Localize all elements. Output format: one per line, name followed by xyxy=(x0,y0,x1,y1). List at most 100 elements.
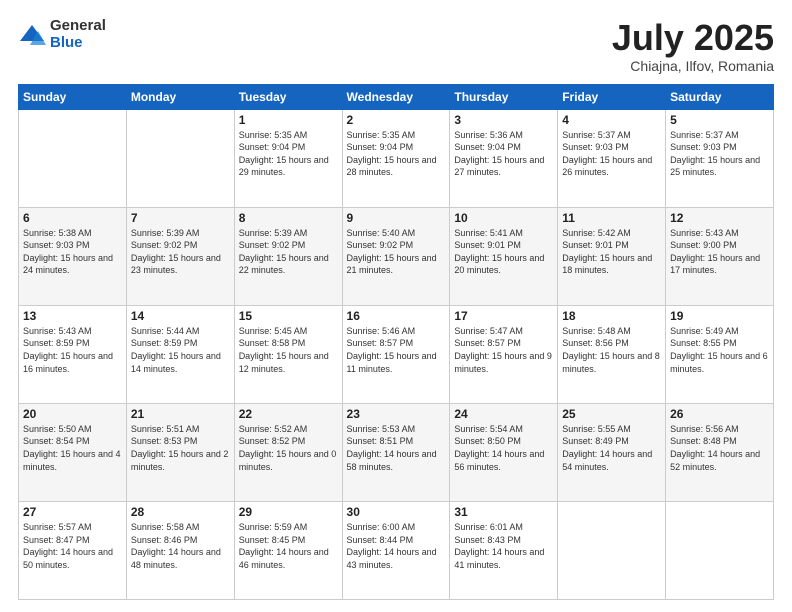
day-number: 8 xyxy=(239,211,338,225)
day-number: 30 xyxy=(347,505,446,519)
day-number: 29 xyxy=(239,505,338,519)
logo-blue-text: Blue xyxy=(50,34,83,51)
week-row-0: 1 Sunrise: 5:35 AM Sunset: 9:04 PM Daylig… xyxy=(19,109,774,207)
header: General Blue July 2025 Chiajna, Ilfov, R… xyxy=(18,18,774,74)
day-number: 11 xyxy=(562,211,661,225)
cell-content: Sunrise: 5:40 AM Sunset: 9:02 PM Dayligh… xyxy=(347,227,446,277)
calendar-cell: 13 Sunrise: 5:43 AM Sunset: 8:59 PM Dayli… xyxy=(19,305,127,403)
month-title: July 2025 xyxy=(612,18,774,58)
cell-content: Sunrise: 5:47 AM Sunset: 8:57 PM Dayligh… xyxy=(454,325,553,375)
day-number: 22 xyxy=(239,407,338,421)
calendar-cell: 6Sunrise: 5:38 AM Sunset: 9:03 PM Daylig… xyxy=(19,207,127,305)
cell-content: Sunrise: 5:48 AM Sunset: 8:56 PM Dayligh… xyxy=(562,325,661,375)
cell-content: Sunrise: 5:37 AM Sunset: 9:03 PM Dayligh… xyxy=(670,129,769,179)
calendar-cell: 23 Sunrise: 5:53 AM Sunset: 8:51 PM Dayli… xyxy=(342,403,450,501)
day-number: 18 xyxy=(562,309,661,323)
cell-content: Sunrise: 5:58 AM Sunset: 8:46 PM Dayligh… xyxy=(131,521,230,571)
day-number: 2 xyxy=(347,113,446,127)
cell-content: Sunrise: 5:53 AM Sunset: 8:51 PM Dayligh… xyxy=(347,423,446,473)
logo-general-text: General xyxy=(50,17,106,34)
calendar-cell: 16 Sunrise: 5:46 AM Sunset: 8:57 PM Dayli… xyxy=(342,305,450,403)
day-number: 28 xyxy=(131,505,230,519)
calendar-cell xyxy=(666,501,774,599)
calendar-cell: 19 Sunrise: 5:49 AM Sunset: 8:55 PM Dayli… xyxy=(666,305,774,403)
title-block: July 2025 Chiajna, Ilfov, Romania xyxy=(612,18,774,74)
day-number: 6 xyxy=(23,211,122,225)
calendar-cell: 21 Sunrise: 5:51 AM Sunset: 8:53 PM Dayli… xyxy=(126,403,234,501)
week-row-3: 20Sunrise: 5:50 AM Sunset: 8:54 PM Dayli… xyxy=(19,403,774,501)
day-number: 5 xyxy=(670,113,769,127)
day-number: 13 xyxy=(23,309,122,323)
cell-content: Sunrise: 5:49 AM Sunset: 8:55 PM Dayligh… xyxy=(670,325,769,375)
cell-content: Sunrise: 5:52 AM Sunset: 8:52 PM Dayligh… xyxy=(239,423,338,473)
day-number: 21 xyxy=(131,407,230,421)
calendar-cell xyxy=(126,109,234,207)
cell-content: Sunrise: 5:43 AM Sunset: 9:00 PM Dayligh… xyxy=(670,227,769,277)
day-header-monday: Monday xyxy=(126,84,234,109)
cell-content: Sunrise: 5:36 AM Sunset: 9:04 PM Dayligh… xyxy=(454,129,553,179)
cell-content: Sunrise: 5:54 AM Sunset: 8:50 PM Dayligh… xyxy=(454,423,553,473)
calendar-cell: 3 Sunrise: 5:36 AM Sunset: 9:04 PM Daylig… xyxy=(450,109,558,207)
day-number: 1 xyxy=(239,113,338,127)
calendar: SundayMondayTuesdayWednesdayThursdayFrid… xyxy=(18,84,774,600)
calendar-cell: 8 Sunrise: 5:39 AM Sunset: 9:02 PM Daylig… xyxy=(234,207,342,305)
calendar-cell: 7Sunrise: 5:39 AM Sunset: 9:02 PM Daylig… xyxy=(126,207,234,305)
cell-content: Sunrise: 5:56 AM Sunset: 8:48 PM Dayligh… xyxy=(670,423,769,473)
day-header-sunday: Sunday xyxy=(19,84,127,109)
cell-content: Sunrise: 5:43 AM Sunset: 8:59 PM Dayligh… xyxy=(23,325,122,375)
cell-content: Sunrise: 5:46 AM Sunset: 8:57 PM Dayligh… xyxy=(347,325,446,375)
cell-content: Sunrise: 5:39 AM Sunset: 9:02 PM Dayligh… xyxy=(239,227,338,277)
week-row-1: 6Sunrise: 5:38 AM Sunset: 9:03 PM Daylig… xyxy=(19,207,774,305)
calendar-cell: 22 Sunrise: 5:52 AM Sunset: 8:52 PM Dayli… xyxy=(234,403,342,501)
day-number: 16 xyxy=(347,309,446,323)
cell-content: Sunrise: 5:35 AM Sunset: 9:04 PM Dayligh… xyxy=(347,129,446,179)
calendar-cell xyxy=(19,109,127,207)
day-number: 15 xyxy=(239,309,338,323)
cell-content: Sunrise: 5:35 AM Sunset: 9:04 PM Dayligh… xyxy=(239,129,338,179)
calendar-cell: 14 Sunrise: 5:44 AM Sunset: 8:59 PM Dayli… xyxy=(126,305,234,403)
day-header-tuesday: Tuesday xyxy=(234,84,342,109)
day-number: 12 xyxy=(670,211,769,225)
cell-content: Sunrise: 5:57 AM Sunset: 8:47 PM Dayligh… xyxy=(23,521,122,571)
calendar-cell: 27 Sunrise: 5:57 AM Sunset: 8:47 PM Dayli… xyxy=(19,501,127,599)
calendar-cell: 17Sunrise: 5:47 AM Sunset: 8:57 PM Dayli… xyxy=(450,305,558,403)
day-number: 19 xyxy=(670,309,769,323)
cell-content: Sunrise: 5:50 AM Sunset: 8:54 PM Dayligh… xyxy=(23,423,122,473)
calendar-cell: 25 Sunrise: 5:55 AM Sunset: 8:49 PM Dayli… xyxy=(558,403,666,501)
day-number: 4 xyxy=(562,113,661,127)
logo: General Blue xyxy=(18,18,106,51)
cell-content: Sunrise: 5:51 AM Sunset: 8:53 PM Dayligh… xyxy=(131,423,230,473)
day-number: 23 xyxy=(347,407,446,421)
cell-content: Sunrise: 6:01 AM Sunset: 8:43 PM Dayligh… xyxy=(454,521,553,571)
cell-content: Sunrise: 5:41 AM Sunset: 9:01 PM Dayligh… xyxy=(454,227,553,277)
cell-content: Sunrise: 5:55 AM Sunset: 8:49 PM Dayligh… xyxy=(562,423,661,473)
calendar-cell: 10 Sunrise: 5:41 AM Sunset: 9:01 PM Dayli… xyxy=(450,207,558,305)
calendar-cell: 29Sunrise: 5:59 AM Sunset: 8:45 PM Dayli… xyxy=(234,501,342,599)
cell-content: Sunrise: 5:44 AM Sunset: 8:59 PM Dayligh… xyxy=(131,325,230,375)
day-number: 26 xyxy=(670,407,769,421)
cell-content: Sunrise: 5:37 AM Sunset: 9:03 PM Dayligh… xyxy=(562,129,661,179)
calendar-cell: 4 Sunrise: 5:37 AM Sunset: 9:03 PM Daylig… xyxy=(558,109,666,207)
location: Chiajna, Ilfov, Romania xyxy=(612,58,774,74)
calendar-cell: 20Sunrise: 5:50 AM Sunset: 8:54 PM Dayli… xyxy=(19,403,127,501)
calendar-cell: 9 Sunrise: 5:40 AM Sunset: 9:02 PM Daylig… xyxy=(342,207,450,305)
day-header-friday: Friday xyxy=(558,84,666,109)
calendar-cell: 12 Sunrise: 5:43 AM Sunset: 9:00 PM Dayli… xyxy=(666,207,774,305)
day-number: 10 xyxy=(454,211,553,225)
calendar-cell: 5 Sunrise: 5:37 AM Sunset: 9:03 PM Daylig… xyxy=(666,109,774,207)
cell-content: Sunrise: 5:39 AM Sunset: 9:02 PM Dayligh… xyxy=(131,227,230,277)
calendar-cell: 28 Sunrise: 5:58 AM Sunset: 8:46 PM Dayli… xyxy=(126,501,234,599)
day-number: 3 xyxy=(454,113,553,127)
day-number: 24 xyxy=(454,407,553,421)
week-row-2: 13 Sunrise: 5:43 AM Sunset: 8:59 PM Dayli… xyxy=(19,305,774,403)
day-header-wednesday: Wednesday xyxy=(342,84,450,109)
day-number: 25 xyxy=(562,407,661,421)
cell-content: Sunrise: 6:00 AM Sunset: 8:44 PM Dayligh… xyxy=(347,521,446,571)
day-number: 27 xyxy=(23,505,122,519)
day-number: 14 xyxy=(131,309,230,323)
calendar-cell: 11 Sunrise: 5:42 AM Sunset: 9:01 PM Dayli… xyxy=(558,207,666,305)
cell-content: Sunrise: 5:42 AM Sunset: 9:01 PM Dayligh… xyxy=(562,227,661,277)
day-number: 9 xyxy=(347,211,446,225)
cell-content: Sunrise: 5:45 AM Sunset: 8:58 PM Dayligh… xyxy=(239,325,338,375)
day-header-thursday: Thursday xyxy=(450,84,558,109)
